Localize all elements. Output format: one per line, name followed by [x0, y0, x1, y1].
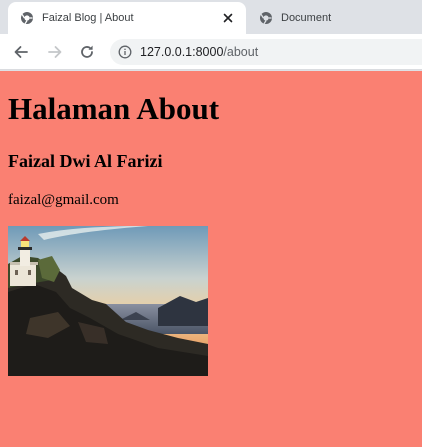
tab-strip: Faizal Blog | About Document — [0, 0, 422, 34]
page-title: Halaman About — [8, 91, 220, 126]
address-bar[interactable]: 127.0.0.1:8000/about — [110, 39, 422, 65]
page-content: Halaman About Faizal Dwi Al Farizi faiza… — [0, 71, 422, 447]
tab-faizal-blog-about[interactable]: Faizal Blog | About — [8, 2, 246, 34]
arrow-right-icon[interactable] — [45, 42, 65, 62]
url-host: 127.0.0.1:8000 — [140, 45, 224, 59]
author-email: faizal@gmail.com — [8, 192, 119, 208]
tab-document[interactable]: Document — [248, 2, 422, 34]
author-name: Faizal Dwi Al Farizi — [8, 151, 163, 171]
globe-icon — [21, 12, 33, 25]
tab-title: Document — [281, 12, 332, 24]
globe-icon — [260, 12, 272, 25]
url-path: /about — [223, 45, 259, 59]
lighthouse-photo — [8, 226, 208, 376]
tab-title: Faizal Blog | About — [42, 12, 134, 24]
info-icon[interactable] — [118, 45, 132, 59]
reload-icon[interactable] — [77, 42, 97, 62]
close-icon[interactable] — [220, 10, 236, 26]
browser-toolbar: 127.0.0.1:8000/about — [0, 34, 422, 70]
url-text: 127.0.0.1:8000/about — [140, 45, 258, 59]
arrow-left-icon[interactable] — [11, 42, 31, 62]
